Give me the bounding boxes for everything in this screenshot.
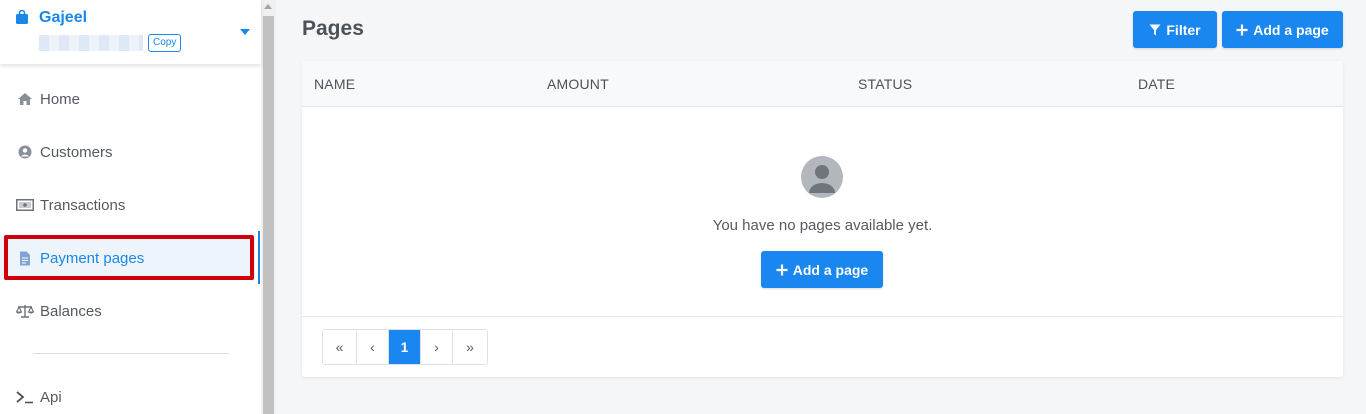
scrollbar-thumb[interactable] xyxy=(263,16,274,414)
add-page-button[interactable]: Add a page xyxy=(1222,11,1343,48)
sidebar-item-label: Customers xyxy=(40,143,113,161)
empty-user-avatar-icon xyxy=(801,156,843,198)
filter-label: Filter xyxy=(1166,21,1201,38)
card-footer-divider xyxy=(302,316,1343,317)
sidebar-item-api[interactable]: Api xyxy=(0,375,255,414)
page-next-button[interactable]: › xyxy=(421,330,453,364)
sidebar-item-label: Balances xyxy=(40,302,102,320)
money-bill-icon xyxy=(16,197,34,213)
column-header-amount[interactable]: AMOUNT xyxy=(547,76,609,92)
empty-state-message: You have no pages available yet. xyxy=(712,217,933,234)
active-indicator xyxy=(258,231,260,284)
filter-button[interactable]: Filter xyxy=(1133,11,1217,48)
page-number-button[interactable]: 1 xyxy=(389,330,421,364)
page-last-button[interactable]: » xyxy=(453,330,487,364)
sidebar-scrollbar[interactable] xyxy=(261,0,276,414)
sidebar-divider xyxy=(33,353,229,354)
filter-icon xyxy=(1149,24,1161,36)
home-icon xyxy=(16,91,34,107)
terminal-icon xyxy=(16,389,34,405)
page-prev-button[interactable]: ‹ xyxy=(357,330,389,364)
sidebar-item-label: Home xyxy=(40,90,81,108)
column-header-name[interactable]: NAME xyxy=(314,76,355,92)
page-first-button[interactable]: « xyxy=(323,330,357,364)
page-title: Pages xyxy=(302,17,364,40)
sidebar-item-home[interactable]: Home xyxy=(0,77,255,121)
user-circle-icon xyxy=(16,144,34,160)
sidebar-item-transactions[interactable]: Transactions xyxy=(0,183,255,227)
highlight-annotation xyxy=(4,235,254,280)
sidebar-item-balances[interactable]: Balances xyxy=(0,289,255,333)
add-page-label: Add a page xyxy=(1253,21,1329,38)
sidebar: Gajeel Copy Home Customers Transactions … xyxy=(0,0,261,414)
account-name: Gajeel xyxy=(39,9,88,26)
sidebar-item-label: Transactions xyxy=(40,196,126,214)
sidebar-item-label: Api xyxy=(40,388,62,406)
account-switcher[interactable]: Gajeel Copy xyxy=(0,0,261,64)
copy-button[interactable]: Copy xyxy=(148,34,182,52)
column-header-date[interactable]: DATE xyxy=(1138,76,1175,92)
empty-add-page-button[interactable]: Add a page xyxy=(761,251,883,288)
sidebar-item-customers[interactable]: Customers xyxy=(0,130,255,174)
account-id-redacted xyxy=(39,35,143,51)
pagination: « ‹ 1 › » xyxy=(322,329,488,365)
column-header-status[interactable]: STATUS xyxy=(858,76,912,92)
table-header: NAME AMOUNT STATUS DATE xyxy=(302,61,1343,107)
balance-scale-icon xyxy=(16,303,34,319)
empty-add-page-label: Add a page xyxy=(792,261,869,278)
pages-table-card: NAME AMOUNT STATUS DATE You have no page… xyxy=(302,61,1343,377)
plus-icon xyxy=(1236,24,1248,36)
scroll-up-arrow-icon[interactable] xyxy=(264,4,272,9)
shopping-bag-icon xyxy=(16,10,28,24)
plus-icon xyxy=(776,264,788,276)
chevron-down-icon[interactable] xyxy=(240,29,250,35)
